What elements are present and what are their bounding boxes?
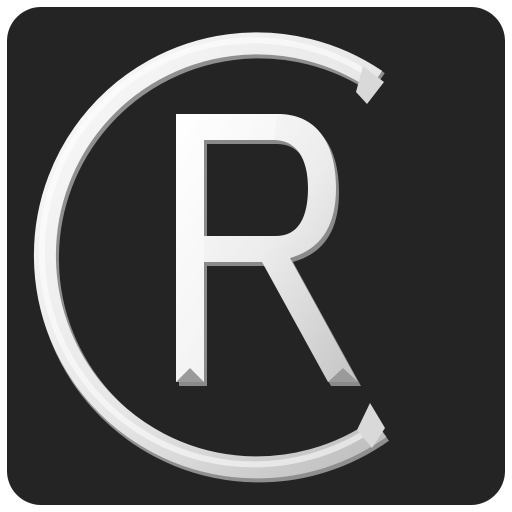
letter-r (176, 114, 361, 386)
app-icon-tile (7, 7, 505, 505)
cr-monogram-icon (33, 32, 389, 483)
